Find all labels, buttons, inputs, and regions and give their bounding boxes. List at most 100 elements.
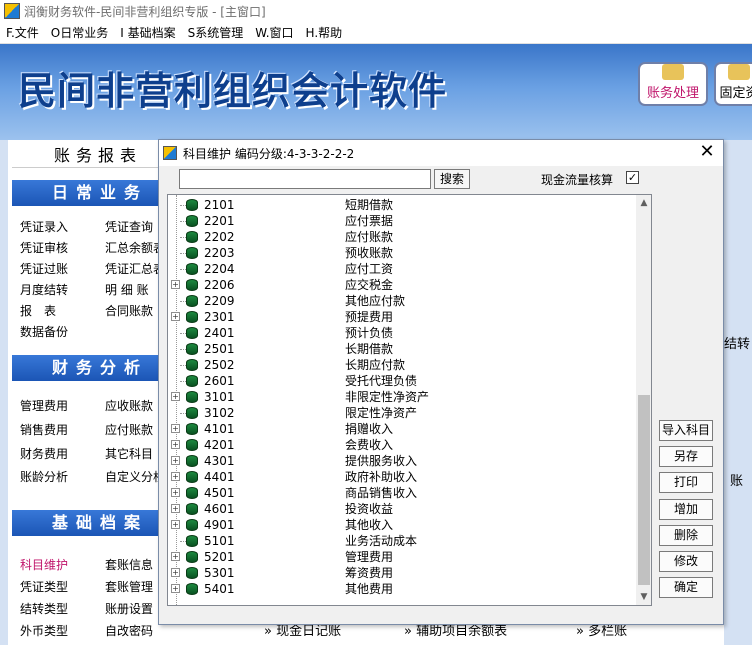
menu-file[interactable]: F.文件 <box>0 24 45 41</box>
nav-transfer-types[interactable]: 结转类型 <box>20 600 68 617</box>
expand-icon[interactable]: + <box>171 520 180 529</box>
nav-sales-expense[interactable]: 销售费用 <box>20 421 68 438</box>
tree-row[interactable]: 2502 长期应付款 <box>168 357 638 373</box>
expand-icon[interactable]: + <box>171 552 180 561</box>
subject-code: 4401 <box>204 470 235 484</box>
accounting-button[interactable]: 账务处理 <box>638 62 708 106</box>
tree-row[interactable]: +2301 预提费用 <box>168 309 638 325</box>
nav-month-close[interactable]: 月度结转 <box>20 281 68 298</box>
nav-voucher-query[interactable]: 凭证查询 <box>105 218 153 235</box>
expand-icon[interactable]: + <box>171 584 180 593</box>
menu-help[interactable]: H.帮助 <box>300 24 349 41</box>
search-button[interactable]: 搜索 <box>434 169 470 189</box>
nav-data-backup[interactable]: 数据备份 <box>20 323 68 340</box>
tree-row[interactable]: 5101 业务活动成本 <box>168 533 638 549</box>
nav-account-set-mgmt[interactable]: 套账管理 <box>105 578 153 595</box>
menu-base[interactable]: I 基础档案 <box>114 24 181 41</box>
expand-icon[interactable]: + <box>171 456 180 465</box>
nav-receivables[interactable]: 应收账款 <box>105 397 153 414</box>
menu-daily[interactable]: O日常业务 <box>45 24 114 41</box>
nav-ledger-settings[interactable]: 账册设置 <box>105 600 153 617</box>
nav-voucher-entry[interactable]: 凭证录入 <box>20 218 68 235</box>
cashflow-checkbox[interactable]: ✓ <box>626 171 639 184</box>
expand-icon[interactable]: + <box>171 504 180 513</box>
nav-voucher-types[interactable]: 凭证类型 <box>20 578 68 595</box>
tree-row[interactable]: +4201 会费收入 <box>168 437 638 453</box>
tree-row[interactable]: 2204 应付工资 <box>168 261 638 277</box>
tree-row[interactable]: +4401 政府补助收入 <box>168 469 638 485</box>
tree-row[interactable]: 2209 其他应付款 <box>168 293 638 309</box>
subject-icon <box>186 487 198 499</box>
transfer-label[interactable]: 结转 <box>724 333 750 352</box>
nav-currency-types[interactable]: 外币类型 <box>20 622 68 639</box>
nav-other-subjects[interactable]: 其它科目 <box>105 445 153 462</box>
nav-subject-maintenance[interactable]: 科目维护 <box>20 556 68 573</box>
scroll-down-icon[interactable]: ▼ <box>636 589 651 605</box>
tree-row[interactable]: 2203 预收账款 <box>168 245 638 261</box>
menu-window[interactable]: W.窗口 <box>249 24 299 41</box>
nav-aging-analysis[interactable]: 账龄分析 <box>20 468 68 485</box>
nav-change-password[interactable]: 自改密码 <box>105 622 153 639</box>
print-button[interactable]: 打印 <box>659 472 713 493</box>
tree-row[interactable]: 2101 短期借款 <box>168 197 638 213</box>
fixed-assets-button[interactable]: 固定资 <box>714 62 752 106</box>
menu-system[interactable]: S系统管理 <box>182 24 250 41</box>
confirm-button[interactable]: 确定 <box>659 577 713 598</box>
expand-icon[interactable]: + <box>171 280 180 289</box>
nav-detail-ledger[interactable]: 明 细 账 <box>105 281 149 298</box>
delete-button[interactable]: 删除 <box>659 525 713 546</box>
tree-row[interactable]: +3101 非限定性净资产 <box>168 389 638 405</box>
subject-icon <box>186 391 198 403</box>
subject-tree[interactable]: 2101 短期借款 2201 应付票据 2202 应付账款 2203 预收账款 2204 应付工资… <box>167 194 652 606</box>
subject-name: 管理费用 <box>345 550 394 564</box>
tree-row[interactable]: +4901 其他收入 <box>168 517 638 533</box>
tree-row[interactable]: +5401 其他费用 <box>168 581 638 597</box>
subject-icon <box>186 199 198 211</box>
expand-icon[interactable]: + <box>171 472 180 481</box>
nav-voucher-audit[interactable]: 凭证审核 <box>20 239 68 256</box>
tree-row[interactable]: 2601 受托代理负债 <box>168 373 638 389</box>
tree-row[interactable]: 2501 长期借款 <box>168 341 638 357</box>
subject-icon <box>186 311 198 323</box>
expand-icon[interactable]: + <box>171 312 180 321</box>
nav-balance-summary[interactable]: 汇总余额表 <box>105 239 165 256</box>
tree-row[interactable]: +4501 商品销售收入 <box>168 485 638 501</box>
tree-row[interactable]: +4101 捐赠收入 <box>168 421 638 437</box>
nav-finance-expense[interactable]: 财务费用 <box>20 445 68 462</box>
subject-icon <box>186 455 198 467</box>
expand-icon[interactable]: + <box>171 424 180 433</box>
subject-name: 其他应付款 <box>345 294 406 308</box>
tree-row[interactable]: 3102 限定性净资产 <box>168 405 638 421</box>
tree-row[interactable]: +5201 管理费用 <box>168 549 638 565</box>
tree-row[interactable]: +2206 应交税金 <box>168 277 638 293</box>
close-icon[interactable]: ✕ <box>697 142 717 162</box>
tree-scrollbar[interactable]: ▲ ▼ <box>636 195 651 605</box>
nav-reports[interactable]: 报 表 <box>20 302 56 319</box>
nav-payables[interactable]: 应付账款 <box>105 421 153 438</box>
expand-icon[interactable]: + <box>171 440 180 449</box>
tree-row[interactable]: +5301 筹资费用 <box>168 565 638 581</box>
expand-icon[interactable]: + <box>171 568 180 577</box>
nav-admin-expense[interactable]: 管理费用 <box>20 397 68 414</box>
ledger-label[interactable]: 账 <box>730 470 743 489</box>
save-as-button[interactable]: 另存 <box>659 446 713 467</box>
nav-voucher-post[interactable]: 凭证过账 <box>20 260 68 277</box>
import-subjects-button[interactable]: 导入科目 <box>659 420 713 441</box>
scroll-up-icon[interactable]: ▲ <box>636 195 651 211</box>
modify-button[interactable]: 修改 <box>659 551 713 572</box>
nav-voucher-summary[interactable]: 凭证汇总表 <box>105 260 165 277</box>
tree-row[interactable]: 2401 预计负债 <box>168 325 638 341</box>
expand-icon[interactable]: + <box>171 488 180 497</box>
add-button[interactable]: 增加 <box>659 499 713 520</box>
tree-row[interactable]: +4301 提供服务收入 <box>168 453 638 469</box>
subject-icon <box>186 215 198 227</box>
nav-custom-analysis[interactable]: 自定义分析 <box>105 468 165 485</box>
tree-row[interactable]: 2201 应付票据 <box>168 213 638 229</box>
scroll-thumb[interactable] <box>638 395 650 585</box>
tree-row[interactable]: 2202 应付账款 <box>168 229 638 245</box>
nav-account-set-info[interactable]: 套账信息 <box>105 556 153 573</box>
expand-icon[interactable]: + <box>171 392 180 401</box>
tree-row[interactable]: +4601 投资收益 <box>168 501 638 517</box>
nav-contract-accounts[interactable]: 合同账款 <box>105 302 153 319</box>
search-input[interactable] <box>179 169 431 189</box>
